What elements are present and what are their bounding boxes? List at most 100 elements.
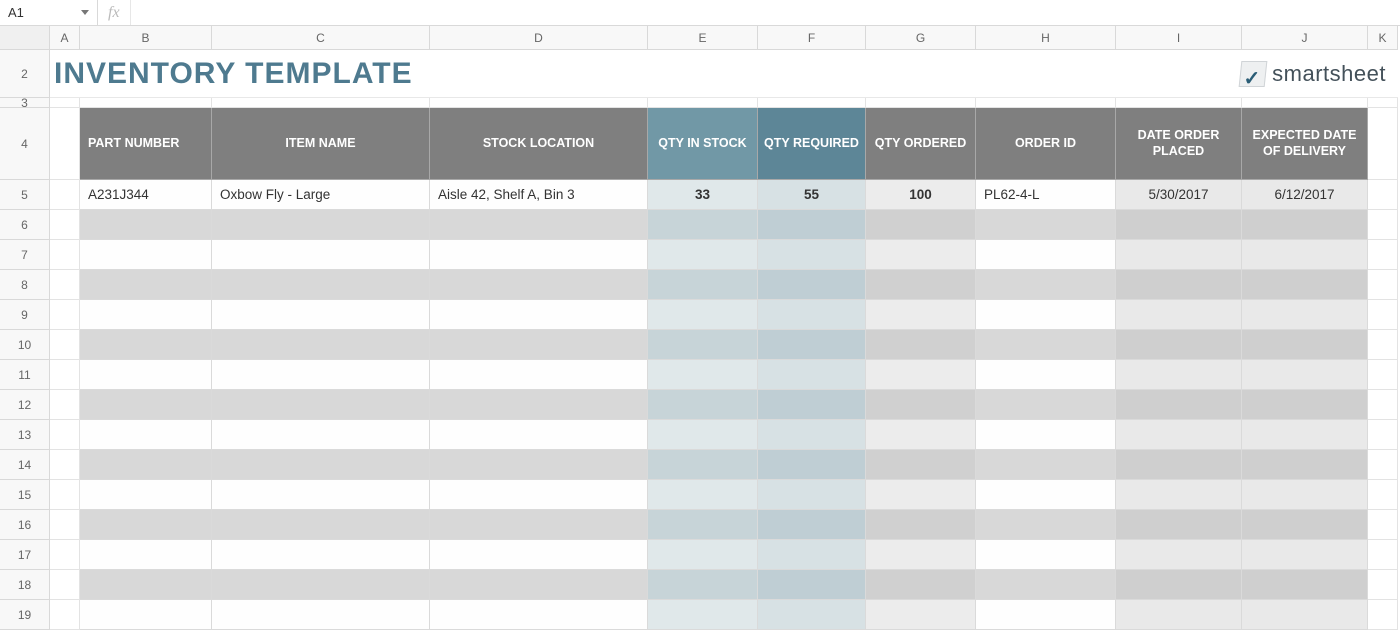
column-header[interactable]: J bbox=[1242, 26, 1368, 50]
cell-part-number[interactable] bbox=[80, 480, 212, 510]
formula-input[interactable] bbox=[131, 0, 1400, 25]
row-header[interactable]: 9 bbox=[0, 300, 50, 330]
dropdown-triangle-icon[interactable] bbox=[81, 10, 89, 15]
cell-qty-ordered[interactable] bbox=[866, 450, 976, 480]
empty-cell[interactable] bbox=[1368, 98, 1398, 108]
header-stock-location[interactable]: STOCK LOCATION bbox=[430, 108, 648, 180]
empty-cell[interactable] bbox=[50, 390, 80, 420]
cell-expected-delivery[interactable] bbox=[1242, 360, 1368, 390]
cell-qty-in-stock[interactable]: 33 bbox=[648, 180, 758, 210]
cell-order-id[interactable] bbox=[976, 360, 1116, 390]
cell-item-name[interactable] bbox=[212, 420, 430, 450]
empty-cell[interactable] bbox=[1368, 480, 1398, 510]
cell-qty-ordered[interactable] bbox=[866, 270, 976, 300]
cell-date-placed[interactable] bbox=[1116, 330, 1242, 360]
cell-part-number[interactable] bbox=[80, 600, 212, 630]
select-all-corner[interactable] bbox=[0, 26, 50, 50]
header-qty-in-stock[interactable]: QTY IN STOCK bbox=[648, 108, 758, 180]
cell-stock-location[interactable] bbox=[430, 300, 648, 330]
cell-part-number[interactable]: A231J344 bbox=[80, 180, 212, 210]
cell-qty-ordered[interactable]: 100 bbox=[866, 180, 976, 210]
cell-stock-location[interactable] bbox=[430, 270, 648, 300]
empty-cell[interactable] bbox=[976, 98, 1116, 108]
row-header[interactable]: 14 bbox=[0, 450, 50, 480]
row-header[interactable]: 10 bbox=[0, 330, 50, 360]
empty-cell[interactable] bbox=[1368, 270, 1398, 300]
cell-expected-delivery[interactable] bbox=[1242, 420, 1368, 450]
cell-qty-ordered[interactable] bbox=[866, 600, 976, 630]
cell-part-number[interactable] bbox=[80, 450, 212, 480]
cell-order-id[interactable] bbox=[976, 420, 1116, 450]
empty-cell[interactable] bbox=[50, 180, 80, 210]
empty-cell[interactable] bbox=[50, 540, 80, 570]
cell-qty-in-stock[interactable] bbox=[648, 420, 758, 450]
cell-date-placed[interactable] bbox=[1116, 270, 1242, 300]
cell-expected-delivery[interactable] bbox=[1242, 450, 1368, 480]
cell-order-id[interactable] bbox=[976, 540, 1116, 570]
empty-cell[interactable] bbox=[50, 570, 80, 600]
cell-qty-required[interactable] bbox=[758, 300, 866, 330]
row-header[interactable]: 19 bbox=[0, 600, 50, 630]
cell-item-name[interactable] bbox=[212, 450, 430, 480]
column-header[interactable]: C bbox=[212, 26, 430, 50]
cell-qty-required[interactable] bbox=[758, 600, 866, 630]
cell-qty-in-stock[interactable] bbox=[648, 540, 758, 570]
empty-cell[interactable] bbox=[50, 510, 80, 540]
cell-date-placed[interactable] bbox=[1116, 510, 1242, 540]
cell-item-name[interactable] bbox=[212, 600, 430, 630]
cell-qty-required[interactable] bbox=[758, 540, 866, 570]
empty-cell[interactable] bbox=[1368, 600, 1398, 630]
cell-date-placed[interactable] bbox=[1116, 300, 1242, 330]
column-header[interactable]: I bbox=[1116, 26, 1242, 50]
row-header[interactable]: 7 bbox=[0, 240, 50, 270]
row-header[interactable]: 12 bbox=[0, 390, 50, 420]
header-expected-delivery[interactable]: EXPECTED DATE OF DELIVERY bbox=[1242, 108, 1368, 180]
cell-qty-required[interactable] bbox=[758, 450, 866, 480]
cell-expected-delivery[interactable] bbox=[1242, 480, 1368, 510]
cell-expected-delivery[interactable] bbox=[1242, 510, 1368, 540]
header-qty-ordered[interactable]: QTY ORDERED bbox=[866, 108, 976, 180]
cell-date-placed[interactable] bbox=[1116, 360, 1242, 390]
cell-stock-location[interactable] bbox=[430, 510, 648, 540]
row-header[interactable]: 6 bbox=[0, 210, 50, 240]
cell-part-number[interactable] bbox=[80, 510, 212, 540]
cell-expected-delivery[interactable] bbox=[1242, 270, 1368, 300]
cell-qty-in-stock[interactable] bbox=[648, 240, 758, 270]
empty-cell[interactable] bbox=[50, 450, 80, 480]
cell-qty-required[interactable] bbox=[758, 330, 866, 360]
spreadsheet-grid[interactable]: ABCDEFGHIJK2INVENTORY TEMPLATE✓smartshee… bbox=[0, 26, 1400, 630]
cell-qty-ordered[interactable] bbox=[866, 420, 976, 450]
cell-stock-location[interactable] bbox=[430, 570, 648, 600]
row-header[interactable]: 11 bbox=[0, 360, 50, 390]
cell-item-name[interactable]: Oxbow Fly - Large bbox=[212, 180, 430, 210]
empty-cell[interactable] bbox=[648, 98, 758, 108]
cell-expected-delivery[interactable] bbox=[1242, 210, 1368, 240]
column-header[interactable]: D bbox=[430, 26, 648, 50]
cell-order-id[interactable] bbox=[976, 210, 1116, 240]
cell-stock-location[interactable] bbox=[430, 390, 648, 420]
column-header[interactable]: E bbox=[648, 26, 758, 50]
cell-part-number[interactable] bbox=[80, 420, 212, 450]
cell-qty-required[interactable] bbox=[758, 360, 866, 390]
cell-expected-delivery[interactable] bbox=[1242, 300, 1368, 330]
header-date-placed[interactable]: DATE ORDER PLACED bbox=[1116, 108, 1242, 180]
empty-cell[interactable] bbox=[1368, 360, 1398, 390]
cell-qty-ordered[interactable] bbox=[866, 570, 976, 600]
empty-cell[interactable] bbox=[758, 98, 866, 108]
cell-qty-in-stock[interactable] bbox=[648, 480, 758, 510]
cell-date-placed[interactable] bbox=[1116, 420, 1242, 450]
cell-date-placed[interactable] bbox=[1116, 480, 1242, 510]
cell-part-number[interactable] bbox=[80, 300, 212, 330]
cell-qty-required[interactable] bbox=[758, 390, 866, 420]
cell-date-placed[interactable] bbox=[1116, 240, 1242, 270]
cell-item-name[interactable] bbox=[212, 570, 430, 600]
empty-cell[interactable] bbox=[50, 210, 80, 240]
empty-cell[interactable] bbox=[1368, 390, 1398, 420]
cell-expected-delivery[interactable] bbox=[1242, 390, 1368, 420]
column-header[interactable]: G bbox=[866, 26, 976, 50]
cell-qty-in-stock[interactable] bbox=[648, 330, 758, 360]
cell-item-name[interactable] bbox=[212, 210, 430, 240]
empty-cell[interactable] bbox=[80, 98, 212, 108]
row-header[interactable]: 17 bbox=[0, 540, 50, 570]
row-header[interactable]: 2 bbox=[0, 50, 50, 98]
